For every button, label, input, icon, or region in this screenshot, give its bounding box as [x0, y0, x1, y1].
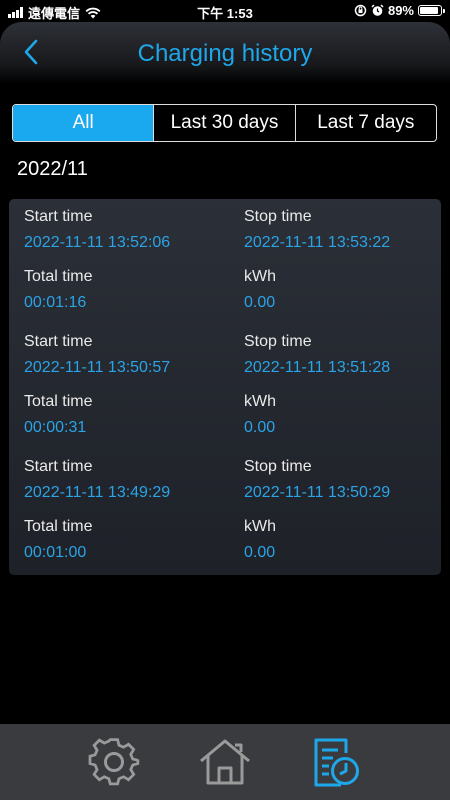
total-time-label: Total time [24, 518, 93, 535]
orientation-lock-icon [354, 4, 367, 17]
nav-history-button[interactable] [308, 736, 364, 788]
home-icon [200, 739, 250, 785]
kwh-label: kWh [244, 518, 276, 535]
start-time-value: 2022-11-11 13:50:57 [24, 359, 171, 376]
stop-time-value: 2022-11-11 13:50:29 [244, 484, 391, 501]
alarm-icon [371, 4, 384, 16]
page-title: Charging history [137, 40, 313, 67]
stop-time-label: Stop time [244, 333, 312, 350]
nav-settings-button[interactable] [86, 736, 142, 788]
bottom-nav [0, 724, 450, 800]
stop-time-label: Stop time [244, 208, 312, 225]
total-time-value: 00:01:00 [24, 544, 87, 561]
header: Charging history [0, 22, 450, 84]
gear-icon [88, 738, 140, 786]
battery-icon [418, 5, 445, 16]
total-time-value: 00:01:16 [24, 294, 87, 311]
kwh-label: kWh [244, 268, 276, 285]
status-right: 89% [354, 3, 445, 18]
total-time-label: Total time [24, 268, 93, 285]
tab-last-30-days[interactable]: Last 30 days [153, 105, 294, 141]
kwh-value: 0.00 [244, 544, 276, 561]
battery-percent: 89% [387, 3, 414, 18]
kwh-label: kWh [244, 393, 276, 410]
start-time-label: Start time [24, 333, 93, 350]
history-record: Start time 2022-11-11 13:50:57 Stop time… [9, 330, 441, 455]
history-record: Start time 2022-11-11 13:49:29 Stop time… [9, 455, 441, 580]
stop-time-label: Stop time [244, 458, 312, 475]
month-heading: 2022/11 [17, 158, 88, 180]
start-time-label: Start time [24, 208, 93, 225]
tab-all[interactable]: All [13, 105, 154, 141]
start-time-value: 2022-11-11 13:52:06 [24, 234, 171, 251]
start-time-label: Start time [24, 458, 93, 475]
status-bar: 遠傳電信 下午 1:53 89% [0, 0, 450, 22]
stop-time-value: 2022-11-11 13:53:22 [244, 234, 391, 251]
tab-last-7-days[interactable]: Last 7 days [294, 105, 436, 141]
history-icon [314, 738, 359, 787]
start-time-value: 2022-11-11 13:49:29 [24, 484, 171, 501]
history-record: Start time 2022-11-11 13:52:06 Stop time… [9, 205, 441, 330]
kwh-value: 0.00 [244, 294, 276, 311]
stop-time-value: 2022-11-11 13:51:28 [244, 359, 391, 376]
kwh-value: 0.00 [244, 419, 276, 436]
total-time-value: 00:00:31 [24, 419, 87, 436]
nav-home-button[interactable] [197, 736, 253, 788]
total-time-label: Total time [24, 393, 93, 410]
history-card: Start time 2022-11-11 13:52:06 Stop time… [9, 199, 441, 575]
filter-tabs: All Last 30 days Last 7 days [12, 104, 437, 142]
